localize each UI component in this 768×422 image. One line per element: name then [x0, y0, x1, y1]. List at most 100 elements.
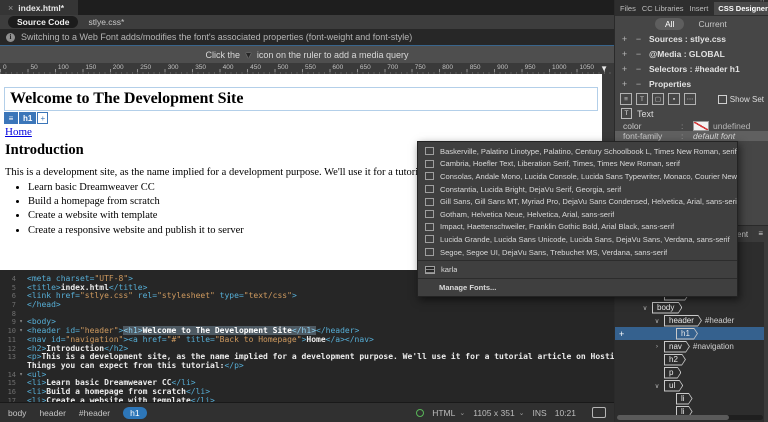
fold-arrow-icon[interactable] — [16, 345, 26, 354]
expander-icon[interactable]: ∨ — [653, 382, 661, 390]
doc-type-label[interactable]: HTML — [432, 408, 455, 418]
dom-node-h1[interactable]: + h1 — [615, 327, 768, 340]
dom-node-header[interactable]: ∨header#header — [615, 314, 768, 327]
dom-node-nav[interactable]: ›nav#navigation — [615, 340, 768, 353]
font-stack-option[interactable]: Gotham, Helvetica Neue, Helvetica, Arial… — [418, 208, 737, 221]
add-selectors-icon[interactable]: + — [621, 64, 628, 74]
dom-node-h2[interactable]: h2 — [615, 353, 768, 366]
viewport-size[interactable]: 1105 x 351 — [473, 408, 514, 418]
tag-selector-#header[interactable]: #header — [79, 408, 110, 418]
lint-ok-icon[interactable] — [416, 409, 424, 417]
panel-tab-insert[interactable]: Insert — [690, 4, 709, 13]
dreamweaver-window: × index.html* Source Code stlye.css* i S… — [0, 0, 768, 422]
panel-tab-files[interactable]: Files — [620, 4, 636, 13]
add-sources-icon[interactable]: + — [621, 34, 628, 44]
fold-arrow-icon[interactable] — [16, 310, 26, 319]
dom-horizontal-scrollbar[interactable] — [617, 415, 763, 420]
fold-arrow-icon[interactable]: ▾ — [16, 327, 26, 336]
font-stack-option[interactable]: Lucida Grande, Lucida Sans Unicode, Luci… — [418, 233, 737, 246]
dom-tag-chip[interactable]: header — [664, 315, 702, 327]
code-line[interactable]: 8 — [0, 310, 614, 319]
manage-fonts-option[interactable]: Manage Fonts... — [418, 281, 737, 294]
remove-media-icon[interactable]: − — [635, 49, 642, 59]
code-line[interactable]: 7</head> — [0, 301, 614, 310]
panel-tab-cc-libraries[interactable]: CC Libraries — [642, 4, 684, 13]
expander-icon[interactable]: ∨ — [653, 317, 661, 325]
home-link[interactable]: Home — [5, 126, 32, 138]
all-button[interactable]: All — [655, 18, 684, 30]
border-props-icon[interactable]: ▢ — [652, 93, 664, 105]
remove-selectors-icon[interactable]: − — [635, 64, 642, 74]
close-icon[interactable]: × — [8, 3, 13, 13]
insert-element-icon[interactable]: + — [619, 329, 624, 339]
background-props-icon[interactable]: ▪ — [668, 93, 680, 105]
font-stack-option[interactable]: Segoe, Segoe UI, DejaVu Sans, Trebuchet … — [418, 246, 737, 259]
dom-tag-chip[interactable]: nav — [664, 341, 690, 353]
fold-arrow-icon[interactable] — [16, 362, 26, 371]
tag-selector-body[interactable]: body — [8, 408, 26, 418]
related-file-stylesheet[interactable]: stlye.css* — [88, 17, 124, 27]
checkbox-icon[interactable] — [718, 95, 727, 104]
fold-arrow-icon[interactable] — [16, 379, 26, 388]
dom-tag-chip[interactable]: h2 — [664, 354, 686, 366]
document-tab-label: index.html* — [18, 3, 64, 13]
selected-heading-outline[interactable]: Welcome to The Development Site — [4, 87, 598, 111]
dom-tag-chip[interactable]: h1 — [676, 328, 698, 340]
font-stack-option[interactable]: Constantia, Lucida Bright, DejaVu Serif,… — [418, 183, 737, 196]
tag-selector-h1[interactable]: h1 — [123, 407, 146, 419]
tag-selector-header[interactable]: header — [39, 408, 65, 418]
fold-arrow-icon[interactable] — [16, 336, 26, 345]
expander-icon[interactable]: › — [653, 343, 661, 350]
expander-icon[interactable]: ∨ — [641, 304, 649, 312]
layout-props-icon[interactable]: ≡ — [620, 93, 632, 105]
add-media-icon[interactable]: + — [621, 49, 628, 59]
font-stack-option[interactable]: Impact, Haettenschweiler, Franklin Gothi… — [418, 221, 737, 234]
fold-arrow-icon[interactable]: ▾ — [16, 318, 26, 327]
realtime-preview-icon[interactable] — [592, 407, 606, 418]
color-property-row[interactable]: color : undefined — [615, 120, 768, 131]
dom-node-p[interactable]: p — [615, 366, 768, 379]
font-stack-option[interactable]: Cambria, Hoefler Text, Liberation Serif,… — [418, 158, 737, 171]
collapse-panels-icon[interactable]: '' — [760, 0, 765, 7]
fold-arrow-icon[interactable] — [16, 388, 26, 397]
document-tab[interactable]: × index.html* — [0, 0, 78, 15]
dom-node-li[interactable]: li — [615, 392, 768, 405]
add-media-query-arrow-icon[interactable]: ▼ — [600, 64, 608, 73]
fold-arrow-icon[interactable] — [16, 292, 26, 301]
color-swatch-undefined-icon[interactable] — [693, 121, 709, 131]
remove-sources-icon[interactable]: − — [635, 34, 642, 44]
font-family-property-row[interactable]: font-family : default font — [615, 131, 768, 141]
fold-arrow-icon[interactable]: ▾ — [16, 371, 26, 380]
fold-arrow-icon[interactable] — [16, 353, 26, 362]
font-stack-option[interactable]: Consolas, Andale Mono, Lucida Console, L… — [418, 170, 737, 183]
remove-properties-icon[interactable]: − — [635, 79, 642, 89]
font-family-property-value[interactable]: default font — [693, 131, 735, 141]
code-text: </head> — [27, 301, 61, 310]
fold-arrow-icon[interactable] — [16, 301, 26, 310]
code-line[interactable]: Things you can expect from this tutorial… — [0, 362, 614, 371]
fold-arrow-icon[interactable] — [16, 275, 26, 284]
color-property-value[interactable]: undefined — [713, 121, 750, 131]
source-code-button[interactable]: Source Code — [8, 16, 78, 28]
dom-node-ul[interactable]: ∨ul — [615, 379, 768, 392]
element-tag-chip[interactable]: h1 — [19, 112, 36, 124]
dom-tag-chip[interactable]: li — [676, 393, 693, 405]
add-element-button[interactable]: + — [37, 112, 48, 124]
element-hamburger-icon[interactable]: ≡ — [4, 112, 18, 124]
dom-tag-chip[interactable]: p — [664, 367, 681, 379]
add-properties-icon[interactable]: + — [621, 79, 628, 89]
web-font-option[interactable]: karla — [418, 263, 737, 276]
font-stack-option[interactable]: Baskerville, Palatino Linotype, Palatino… — [418, 145, 737, 158]
dom-tag-chip[interactable]: ul — [664, 380, 683, 392]
dom-panel-tab-label-fragment[interactable]: ent — [737, 230, 748, 239]
dom-node-body[interactable]: ∨body — [615, 301, 768, 314]
font-stack-option[interactable]: Gill Sans, Gill Sans MT, Myriad Pro, Dej… — [418, 195, 737, 208]
dom-tag-chip[interactable]: body — [652, 302, 682, 314]
dom-vertical-scrollbar[interactable] — [764, 242, 768, 422]
panel-menu-icon[interactable]: ≡ — [758, 229, 763, 238]
fold-arrow-icon[interactable] — [16, 284, 26, 293]
current-button[interactable]: Current — [698, 19, 726, 29]
more-props-icon[interactable]: ⋯ — [684, 93, 696, 105]
text-props-icon[interactable]: T — [636, 93, 648, 105]
show-set-control[interactable]: Show Set — [718, 95, 764, 104]
